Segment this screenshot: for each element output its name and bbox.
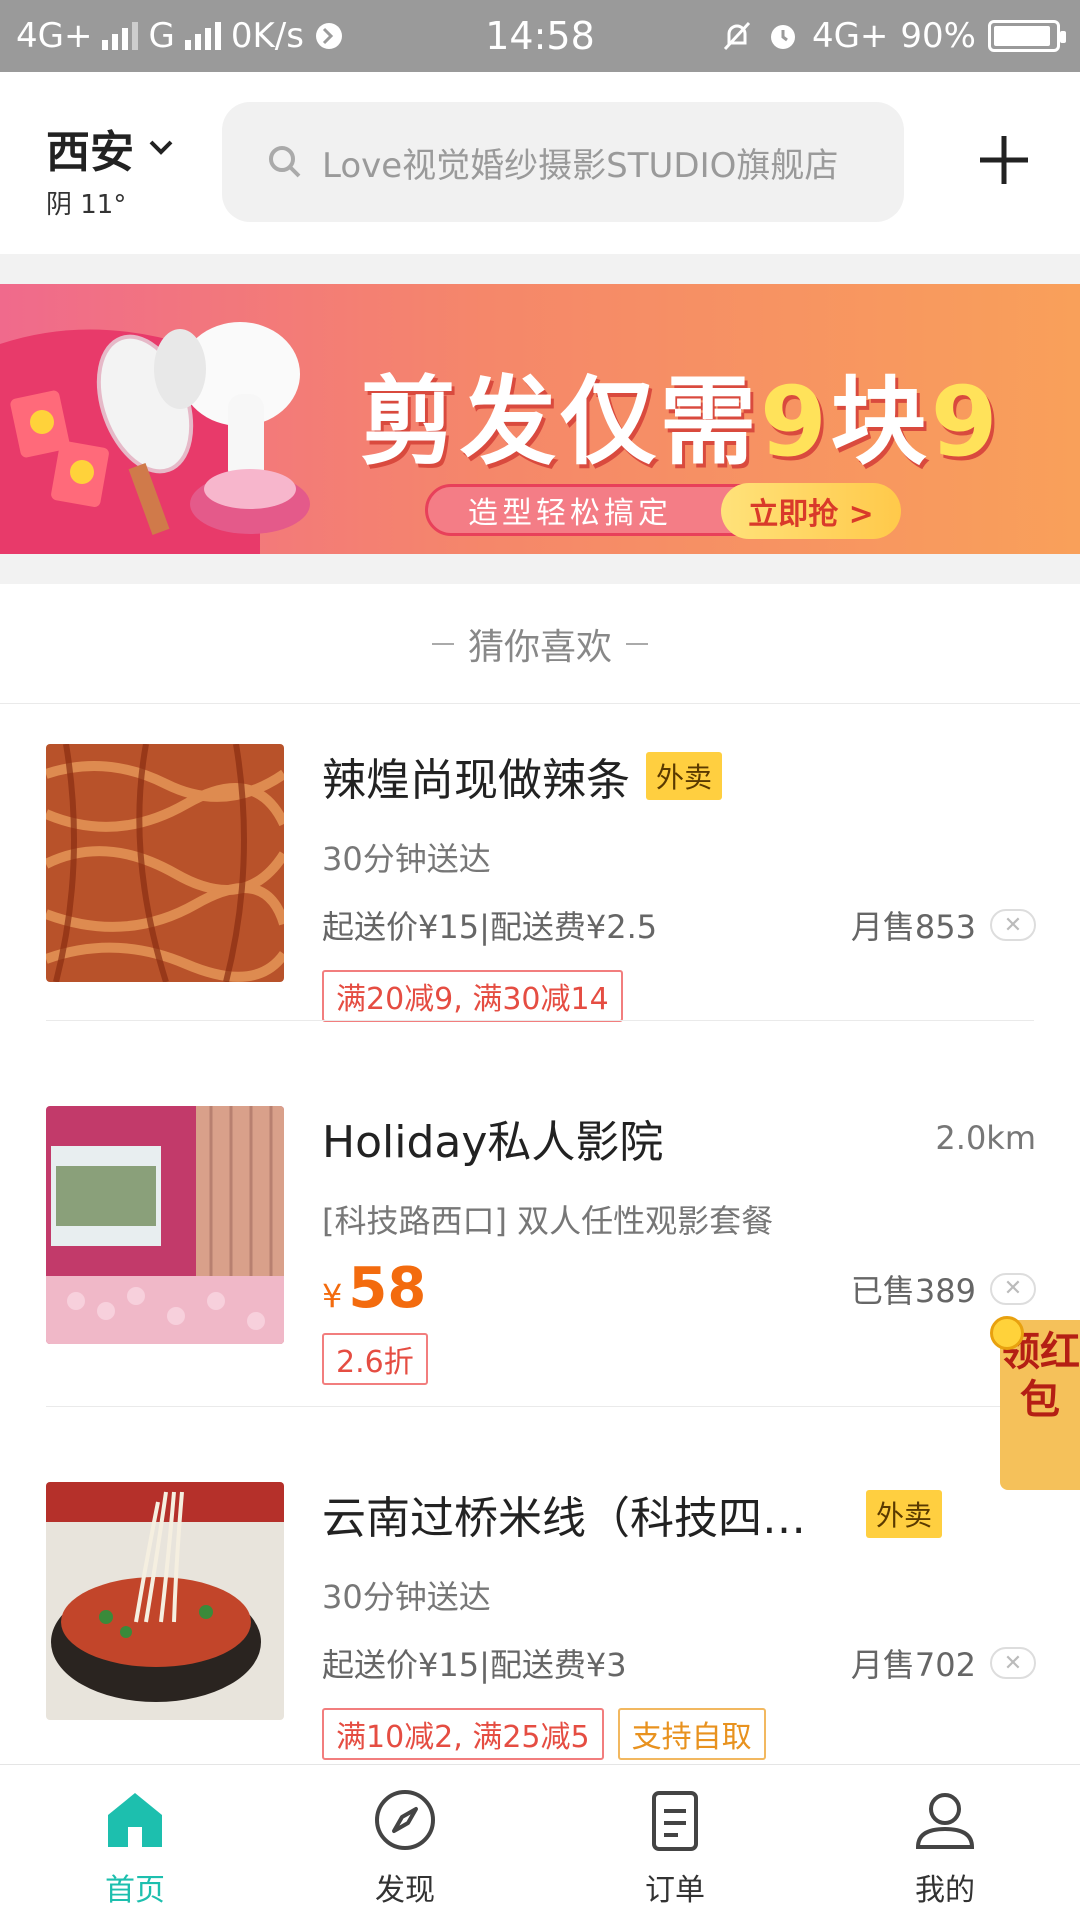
chevron-down-icon bbox=[149, 140, 173, 155]
monthly-sales: 月售702 bbox=[850, 1646, 976, 1684]
item-title: 云南过桥米线（科技四… bbox=[322, 1493, 806, 1544]
add-icon[interactable] bbox=[976, 132, 1032, 188]
item-info: 云南过桥米线（科技四… 外卖 30分钟送达 起送价¥15|配送费¥3 月售702… bbox=[322, 1482, 1036, 1760]
pickup-tag: 支持自取 bbox=[617, 1708, 766, 1760]
item-info: Holiday私人影院 2.0km [科技路西口] 双人任性观影套餐 ¥ 58 … bbox=[322, 1106, 1036, 1385]
deal-description: [科技路西口] 双人任性观影套餐 bbox=[322, 1202, 774, 1240]
cinema-thumbnail bbox=[46, 1106, 284, 1344]
banner-headline-nine-2: 9 bbox=[930, 366, 1002, 478]
city-selector[interactable]: 西安 bbox=[46, 116, 174, 180]
nav-profile-label: 我的 bbox=[915, 1873, 975, 1908]
compass-icon bbox=[375, 1790, 435, 1850]
item-title: 辣煌尚现做辣条 bbox=[322, 755, 630, 806]
search-bar[interactable]: Love视觉婚纱摄影STUDIO旗舰店 bbox=[222, 102, 904, 222]
city-name: 西安 bbox=[46, 127, 134, 178]
list-item-holiday-cinema[interactable]: Holiday私人影院 2.0km [科技路西口] 双人任性观影套餐 ¥ 58 … bbox=[46, 1066, 1036, 1396]
deal-price: ¥ 58 bbox=[322, 1256, 426, 1321]
alarm-icon bbox=[770, 25, 795, 49]
food-thumbnail bbox=[46, 744, 284, 982]
currency-symbol: ¥ bbox=[322, 1277, 343, 1315]
nav-profile[interactable]: 我的 bbox=[810, 1765, 1080, 1920]
bell-off-icon bbox=[723, 21, 751, 51]
delivery-time: 30分钟送达 bbox=[322, 1578, 491, 1616]
recommend-section: 猜你喜欢 辣煌尚现做辣条 外卖 30分钟送达 起送价¥15|配送费¥2.5 月售… bbox=[0, 584, 1080, 1764]
home-icon bbox=[108, 1793, 162, 1847]
promo-banner[interactable]: 剪发仅需9块9 造型轻松搞定 立即抢 > bbox=[0, 284, 1080, 554]
banner-pill: 造型轻松搞定 立即抢 > bbox=[425, 483, 901, 539]
delivery-fee: 起送价¥15|配送费¥2.5 bbox=[322, 908, 658, 946]
item-title: Holiday私人影院 bbox=[322, 1117, 664, 1168]
distance-label: 2.0km bbox=[935, 1119, 1036, 1157]
coin-icon bbox=[990, 1316, 1024, 1350]
item-title-row: 辣煌尚现做辣条 外卖 bbox=[322, 744, 1036, 808]
search-icon bbox=[269, 146, 301, 178]
price-row: ¥ 58 已售389 ✕ bbox=[322, 1256, 1036, 1321]
nav-discover[interactable]: 发现 bbox=[270, 1765, 540, 1920]
promo-tags: 满20减9, 满30减14 bbox=[322, 970, 1036, 1022]
divider bbox=[46, 1406, 1034, 1407]
delivery-fee: 起送价¥15|配送费¥3 bbox=[322, 1646, 627, 1684]
bottom-nav: 首页 发现 订单 我的 bbox=[0, 1764, 1080, 1920]
fee-row: 起送价¥15|配送费¥3 月售702 ✕ bbox=[322, 1640, 1036, 1686]
dismiss-icon[interactable]: ✕ bbox=[990, 1272, 1036, 1305]
fee-row: 起送价¥15|配送费¥2.5 月售853 ✕ bbox=[322, 902, 1036, 948]
item-info: 辣煌尚现做辣条 外卖 30分钟送达 起送价¥15|配送费¥2.5 月售853 ✕… bbox=[322, 744, 1036, 1022]
discount-tag: 满20减9, 满30减14 bbox=[322, 970, 623, 1022]
discount-tag: 2.6折 bbox=[322, 1333, 428, 1385]
divider bbox=[46, 1020, 1034, 1021]
banner-subtitle: 造型轻松搞定 bbox=[468, 496, 672, 531]
sold-count: 已售389 bbox=[850, 1271, 976, 1310]
nav-home-label: 首页 bbox=[105, 1873, 165, 1908]
nav-discover-label: 发现 bbox=[375, 1873, 435, 1908]
promo-tags: 满10减2, 满25减5 支持自取 bbox=[322, 1708, 1036, 1760]
search-placeholder: Love视觉婚纱摄影STUDIO旗舰店 bbox=[322, 145, 839, 186]
order-icon bbox=[652, 1791, 698, 1851]
monthly-sales: 月售853 bbox=[850, 908, 976, 946]
list-item-spicy-strips[interactable]: 辣煌尚现做辣条 外卖 30分钟送达 起送价¥15|配送费¥2.5 月售853 ✕… bbox=[46, 704, 1036, 1034]
banner-headline-mid: 块 bbox=[830, 366, 931, 478]
dismiss-icon[interactable]: ✕ bbox=[990, 909, 1036, 941]
hairdryer-illustration bbox=[0, 322, 310, 554]
recommend-heading-text: 猜你喜欢 bbox=[467, 626, 612, 668]
profile-icon bbox=[915, 1793, 975, 1849]
item-title-row: 云南过桥米线（科技四… 外卖 bbox=[322, 1482, 1036, 1546]
nav-home[interactable]: 首页 bbox=[0, 1765, 270, 1920]
noodle-thumbnail bbox=[46, 1482, 284, 1720]
recommend-heading: 猜你喜欢 bbox=[0, 584, 1080, 704]
nav-orders-label: 订单 bbox=[645, 1873, 705, 1908]
price-value: 58 bbox=[348, 1256, 427, 1321]
dismiss-icon[interactable]: ✕ bbox=[990, 1647, 1036, 1679]
promo-tags: 2.6折 bbox=[322, 1333, 1036, 1385]
takeout-badge: 外卖 bbox=[866, 1490, 943, 1538]
list-item-rice-noodle[interactable]: 云南过桥米线（科技四… 外卖 30分钟送达 起送价¥15|配送费¥3 月售702… bbox=[46, 1442, 1036, 1772]
banner-headline-nine-1: 9 bbox=[760, 366, 831, 478]
weather-label: 阴 11° bbox=[46, 190, 127, 220]
status-bar: 4G+ G 0K/s 14:58 4G+ 90% bbox=[0, 0, 1080, 72]
banner-headline: 剪发仅需9块9 bbox=[360, 344, 1002, 483]
item-title-row: Holiday私人影院 2.0km bbox=[322, 1106, 1036, 1170]
banner-headline-prefix: 剪发仅需 bbox=[360, 366, 760, 478]
top-header: 西安 阴 11° Love视觉婚纱摄影STUDIO旗舰店 bbox=[0, 72, 1080, 254]
takeout-badge: 外卖 bbox=[646, 752, 723, 800]
nav-orders[interactable]: 订单 bbox=[540, 1765, 810, 1920]
delivery-time: 30分钟送达 bbox=[322, 840, 491, 878]
battery-icon bbox=[988, 20, 1066, 52]
banner-cta-button[interactable]: 立即抢 > bbox=[721, 483, 901, 539]
discount-tag: 满10减2, 满25减5 bbox=[322, 1708, 604, 1760]
status-right: 4G+ 90% bbox=[720, 16, 1066, 56]
battery-percent: 90% bbox=[900, 16, 976, 56]
network-right-label: 4G+ bbox=[811, 16, 889, 56]
